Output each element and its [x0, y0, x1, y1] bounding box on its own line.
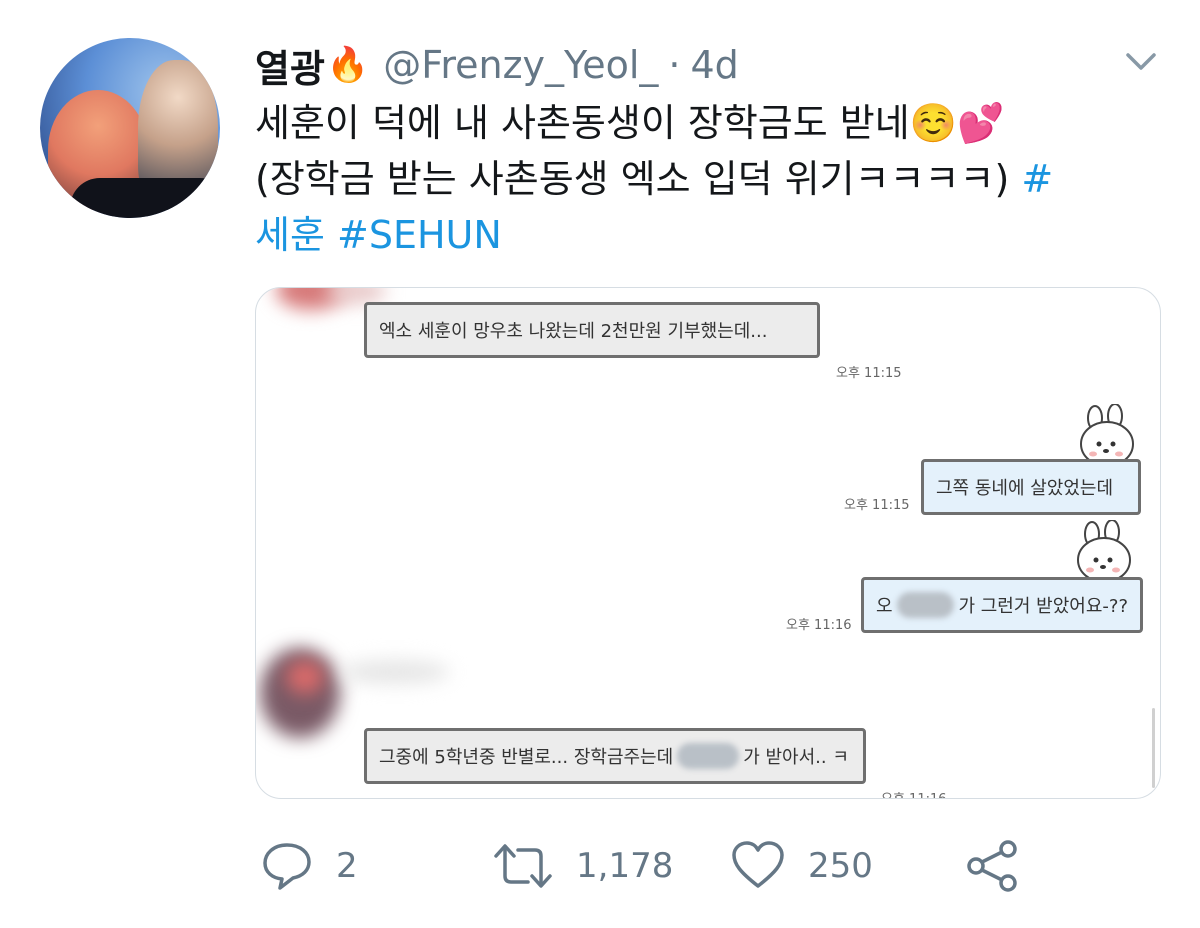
chat-bubble-sent: 오 가 그런거 받았어요-?? — [861, 577, 1143, 633]
chat-bubble-sent: 그쪽 동네에 살았었는데 — [921, 459, 1141, 515]
display-name[interactable]: 열광 — [255, 38, 325, 93]
reply-count: 2 — [336, 846, 358, 886]
hashtag-link-sehun-ko[interactable]: 세훈 — [255, 213, 325, 257]
chat-timestamp: 오후 11:16 — [881, 788, 947, 798]
tweet-text: 세훈이 덕에 내 사촌동생이 장학금도 받네☺️💕 (장학금 받는 사촌동생 엑… — [255, 95, 1175, 263]
user-handle[interactable]: @Frenzy_Yeol_ — [383, 43, 658, 87]
censored-name — [896, 592, 955, 618]
tweet-text-line-1: 세훈이 덕에 내 사촌동생이 장학금도 받네☺️💕 — [255, 101, 1005, 145]
reply-button[interactable]: 2 — [260, 840, 358, 892]
chevron-down-icon[interactable] — [1124, 46, 1158, 76]
chat-message-suffix: 가 받아서.. ㅋ — [743, 747, 849, 768]
like-button[interactable]: 250 — [730, 840, 873, 892]
tweet-image[interactable]: 엑소 세훈이 망우초 나왔는데 2천만원 기부했는데... 오후 11:15 그… — [255, 287, 1161, 799]
tweet-text-line-2-body: (장학금 받는 사촌동생 엑소 입덕 위기ㅋㅋㅋㅋ) — [255, 157, 1022, 201]
reply-icon — [263, 843, 311, 890]
chat-message-prefix: 그중에 5학년중 반별로... 장학금주는데 — [379, 747, 674, 768]
retweet-count: 1,178 — [576, 846, 674, 886]
blurred-profile-photo — [286, 660, 324, 694]
tweet-text-line-2: (장학금 받는 사촌동생 엑소 입덕 위기ㅋㅋㅋㅋ) # — [255, 151, 1175, 207]
separator-dot: · — [668, 43, 681, 87]
avatar[interactable] — [40, 38, 220, 218]
scrollbar — [1152, 708, 1155, 788]
chat-message-prefix: 오 — [876, 596, 893, 617]
chat-bubble-received: 그중에 5학년중 반별로... 장학금주는데 가 받아서.. ㅋ — [364, 728, 866, 784]
chat-bubble-received: 엑소 세훈이 망우초 나왔는데 2천만원 기부했는데... — [364, 302, 820, 358]
tweet-action-bar: 2 1,178 250 — [0, 836, 1200, 896]
chat-timestamp: 오후 11:15 — [844, 498, 910, 513]
chat-timestamp: 오후 11:16 — [786, 618, 852, 633]
avatar-clothing — [70, 178, 220, 218]
chat-message-text: 엑소 세훈이 망우초 나왔는데 2천만원 기부했는데... — [379, 321, 768, 342]
hashtag-link-sehun[interactable]: #SEHUN — [337, 213, 502, 257]
censored-name — [677, 743, 740, 769]
like-count: 250 — [808, 846, 873, 886]
tweet-timestamp[interactable]: 4d — [691, 43, 739, 87]
share-button[interactable] — [964, 840, 1020, 892]
fire-icon: 🔥 — [326, 45, 370, 85]
chat-message-text: 그쪽 동네에 살았었는데 — [936, 478, 1114, 499]
retweet-icon — [494, 844, 552, 888]
tweet-text-line-3: 세훈 #SEHUN — [255, 207, 1175, 263]
chat-timestamp: 오후 11:15 — [836, 366, 902, 381]
tweet-header: 열광 🔥 @Frenzy_Yeol_ · 4d — [255, 38, 739, 93]
blurred-name — [340, 660, 450, 684]
hashtag-link-start[interactable]: # — [1021, 157, 1053, 201]
share-icon — [967, 840, 1017, 892]
like-icon — [732, 841, 784, 888]
chat-message-suffix: 가 그런거 받았어요-?? — [958, 596, 1128, 617]
retweet-button[interactable]: 1,178 — [492, 840, 673, 892]
